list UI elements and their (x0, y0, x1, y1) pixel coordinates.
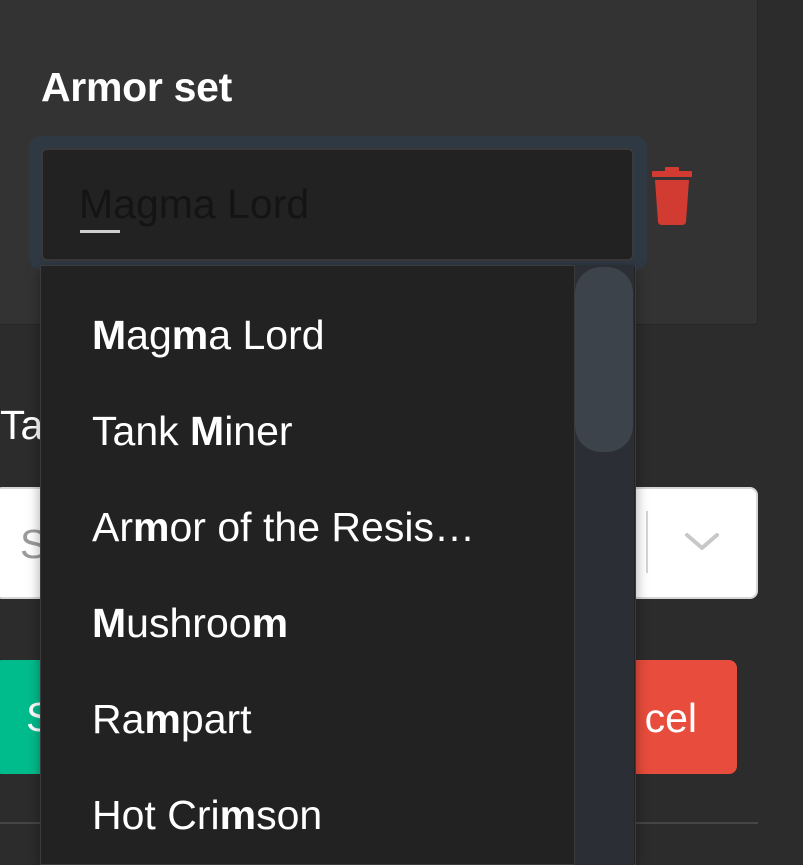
dropdown-option[interactable]: Hot Crimson (92, 792, 562, 852)
dropdown-scrollbar-thumb[interactable] (575, 267, 633, 452)
armor-set-heading: Armor set (41, 64, 232, 110)
page-gutter (758, 0, 803, 853)
cancel-button-label: cel (644, 695, 697, 741)
armor-set-input[interactable] (79, 174, 599, 234)
chevron-down-icon[interactable] (683, 530, 721, 554)
trash-icon[interactable] (650, 167, 694, 225)
text-cursor (80, 230, 120, 233)
dropdown-option[interactable]: Armor of the Resis… (92, 504, 562, 564)
select-separator (646, 511, 648, 573)
dropdown-option[interactable]: Magma Lord (92, 312, 562, 372)
dropdown-option[interactable]: Rampart (92, 696, 562, 756)
dropdown-option[interactable]: Mushroom (92, 600, 562, 660)
tab-field-label: Ta (0, 402, 44, 448)
dropdown-option[interactable]: Tank Miner (92, 408, 562, 468)
